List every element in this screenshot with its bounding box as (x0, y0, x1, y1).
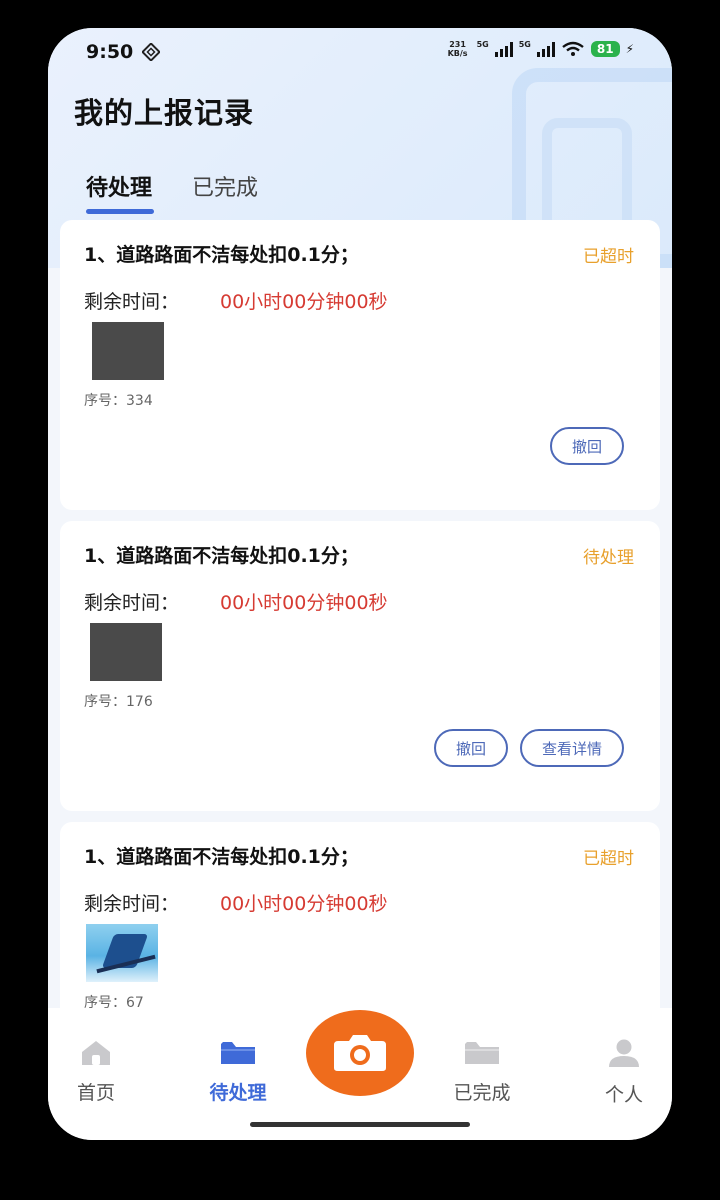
record-status: 已超时 (583, 247, 634, 267)
record-status: 待处理 (583, 548, 634, 568)
network-speed-text: 231 KB/s (447, 40, 468, 58)
record-title: 1、道路路面不洁每处扣0.1分； (84, 846, 359, 868)
record-serial: 序号：334 (84, 393, 153, 409)
camera-icon (334, 1035, 386, 1071)
tab-label: 待处理 (86, 176, 153, 201)
folder-icon (465, 1042, 499, 1064)
record-serial: 序号：176 (84, 694, 153, 710)
record-card[interactable]: 1、道路路面不洁每处扣0.1分； 已超时 剩余时间： 00小时00分钟00秒 序… (60, 220, 660, 510)
status-bar: 9:50 231 KB/s 5G 5G 81 ⚡ (48, 28, 672, 78)
withdraw-button[interactable]: 撤回 (433, 729, 508, 767)
nav-completed[interactable]: 已完成 (434, 1038, 530, 1105)
phone-screen: 9:50 231 KB/s 5G 5G 81 ⚡ 我的上报记录 待处理 已完成 … (48, 28, 672, 1140)
wifi-icon (562, 41, 584, 56)
remaining-time-value: 00小时00分钟00秒 (220, 291, 388, 313)
record-status: 已超时 (583, 849, 634, 869)
signal-type-2: 5G (518, 40, 531, 49)
home-indicator[interactable] (250, 1122, 470, 1127)
withdraw-button[interactable]: 撤回 (549, 427, 624, 465)
nav-label: 个人 (604, 1084, 643, 1106)
remaining-time-label: 剩余时间： (84, 592, 180, 614)
page-title: 我的上报记录 (74, 96, 255, 130)
home-icon (82, 1041, 110, 1065)
record-title: 1、道路路面不洁每处扣0.1分； (84, 244, 359, 266)
status-time: 9:50 (86, 41, 134, 63)
nav-label: 首页 (76, 1082, 115, 1104)
nav-home[interactable]: 首页 (48, 1038, 144, 1105)
nav-profile[interactable]: 个人 (576, 1038, 672, 1107)
remaining-time-value: 00小时00分钟00秒 (220, 893, 388, 915)
record-thumbnail[interactable] (86, 924, 158, 982)
battery-indicator: 81 (590, 41, 620, 57)
tab-indicator (86, 209, 154, 214)
signal-type-1: 5G (476, 40, 489, 49)
tab-bar: 待处理 已完成 (86, 170, 258, 214)
view-details-button[interactable]: 查看详情 (519, 729, 624, 767)
remaining-time-label: 剩余时间： (84, 291, 180, 313)
nav-label: 待处理 (209, 1082, 267, 1104)
record-card[interactable]: 1、道路路面不洁每处扣0.1分； 已超时 剩余时间： 00小时00分钟00秒 序… (60, 822, 660, 1032)
signal-icon (494, 41, 513, 57)
tab-pending[interactable]: 待处理 (86, 170, 154, 214)
remaining-time-label: 剩余时间： (84, 893, 180, 915)
record-thumbnail[interactable] (92, 322, 164, 380)
signal-icon (536, 41, 555, 57)
record-thumbnail[interactable] (90, 623, 162, 681)
tab-label: 已完成 (192, 176, 259, 201)
charging-icon: ⚡ (625, 42, 634, 56)
record-title: 1、道路路面不洁每处扣0.1分； (84, 545, 359, 567)
nav-pending[interactable]: 待处理 (190, 1038, 286, 1105)
nfc-icon (142, 43, 160, 61)
record-card[interactable]: 1、道路路面不洁每处扣0.1分； 待处理 剩余时间： 00小时00分钟00秒 序… (60, 521, 660, 811)
folder-icon (221, 1042, 255, 1064)
user-icon (609, 1039, 639, 1067)
remaining-time-value: 00小时00分钟00秒 (220, 592, 388, 614)
network-speed: 231 KB/s (445, 40, 471, 58)
camera-button[interactable] (306, 1010, 414, 1096)
tab-completed[interactable]: 已完成 (192, 170, 258, 210)
nav-label: 已完成 (453, 1082, 511, 1104)
